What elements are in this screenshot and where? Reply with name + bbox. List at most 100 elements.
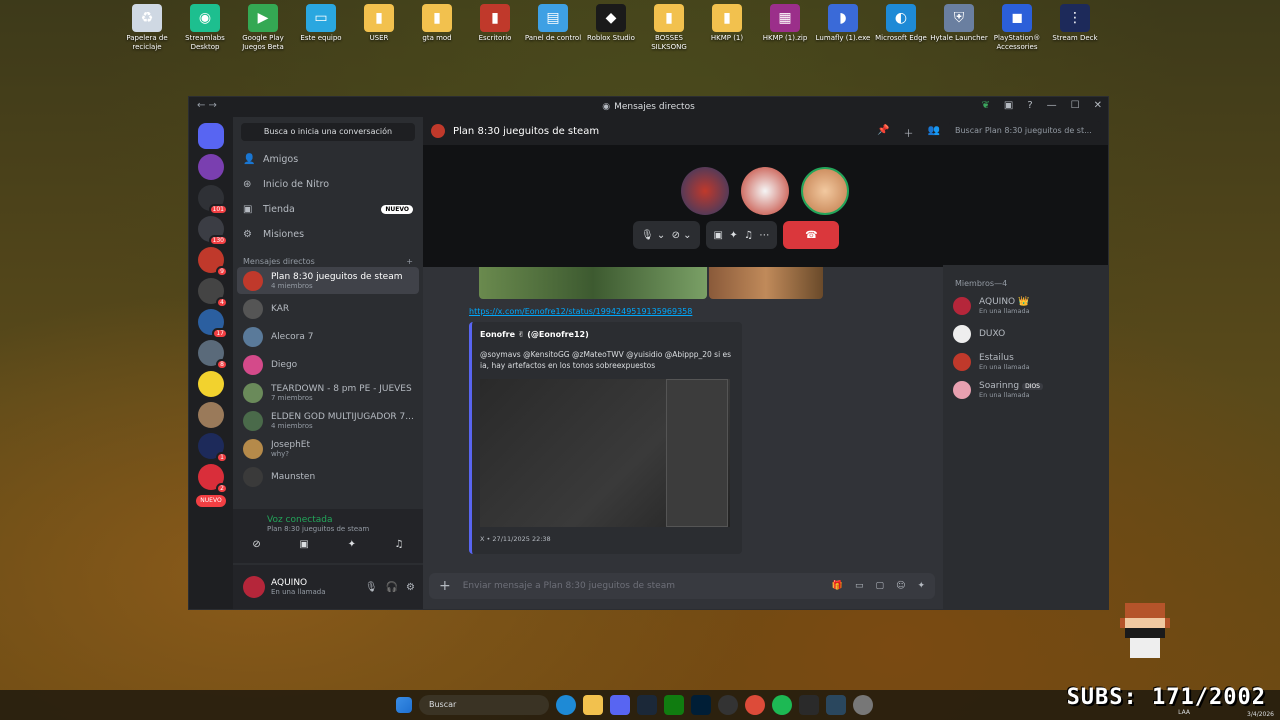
desktop-shortcut[interactable]: ◐ Microsoft Edge: [872, 4, 930, 52]
taskbar-search[interactable]: Buscar: [419, 695, 549, 715]
call-avatar[interactable]: [681, 167, 729, 215]
dm-item[interactable]: TEARDOWN - 8 pm PE - JUEVES 7 miembros: [237, 379, 419, 406]
headphones-icon[interactable]: 🎧: [386, 582, 398, 593]
member-item[interactable]: AQUINO 👑 En una llamada: [943, 292, 1108, 320]
desktop-shortcut[interactable]: ◗ Lumafly (1).exe: [814, 4, 872, 52]
dm-item[interactable]: KAR: [237, 295, 419, 322]
camera-off-icon[interactable]: ⊘: [252, 539, 260, 550]
steam-icon[interactable]: [637, 695, 657, 715]
leaf-icon[interactable]: ❦: [981, 100, 989, 111]
server-icon[interactable]: [198, 154, 224, 180]
desktop-shortcut[interactable]: ▮ HKMP (1): [698, 4, 756, 52]
server-icon[interactable]: 4: [198, 278, 228, 308]
thumbnail-image[interactable]: [709, 267, 823, 299]
call-tools[interactable]: ▣ ✦ ♫ ⋯: [705, 221, 778, 249]
desktop-shortcut[interactable]: ▦ HKMP (1).zip: [756, 4, 814, 52]
clock-date[interactable]: 3/4/2026: [1247, 711, 1274, 718]
desktop-shortcut[interactable]: ◼ PlayStation® Accessories: [988, 4, 1046, 52]
desktop-shortcut[interactable]: ▮ gta mod: [408, 4, 466, 52]
apps-icon[interactable]: ✦: [917, 581, 925, 591]
steam-alt-icon[interactable]: [826, 695, 846, 715]
sticker-icon[interactable]: ▢: [876, 581, 885, 591]
language-indicator[interactable]: LAA: [1178, 709, 1190, 716]
server-icon[interactable]: 9: [198, 247, 228, 277]
header-search[interactable]: Buscar Plan 8:30 jueguitos de st...: [949, 121, 1101, 141]
settings-gear-icon[interactable]: ⚙: [406, 582, 415, 593]
thumbnail-image[interactable]: [479, 267, 707, 299]
minimize-button[interactable]: —: [1047, 100, 1057, 111]
message-link[interactable]: https://x.com/Eonofre12/status/199424951…: [423, 299, 943, 316]
desktop-shortcut[interactable]: ▶ Google Play Juegos Beta: [234, 4, 292, 52]
add-dm-icon[interactable]: +: [406, 257, 413, 266]
member-item[interactable]: DUXO: [943, 320, 1108, 348]
spotify-icon[interactable]: [772, 695, 792, 715]
server-icon[interactable]: [198, 371, 224, 397]
microphone-icon[interactable]: 🎙: [365, 582, 378, 593]
avatar[interactable]: [243, 576, 265, 598]
conversation-search[interactable]: Busca o inicia una conversación: [241, 123, 415, 141]
embed-author[interactable]: Eonofre ✌ (@Eonofre12): [472, 322, 742, 339]
dm-item[interactable]: JosephEt why?: [237, 435, 419, 462]
nav-item-misiones[interactable]: ⚙ Misiones: [233, 222, 423, 247]
screen-share-icon[interactable]: ▣: [299, 539, 308, 550]
message-input[interactable]: Enviar mensaje a Plan 8:30 jueguitos de …: [463, 581, 675, 591]
chrome-icon[interactable]: [745, 695, 765, 715]
discord-icon[interactable]: [610, 695, 630, 715]
server-icon[interactable]: 8: [198, 340, 228, 370]
soundboard-icon[interactable]: ♫: [395, 539, 404, 550]
file-explorer-icon[interactable]: [583, 695, 603, 715]
nav-item-tienda[interactable]: ▣ Tienda NUEVO: [233, 197, 423, 222]
dm-item[interactable]: Alecora 7: [237, 323, 419, 350]
desktop-shortcut[interactable]: ♻ Papelera de reciclaje: [118, 4, 176, 52]
nav-arrows[interactable]: ← →: [197, 100, 217, 111]
nav-item-amigos[interactable]: 👤 Amigos: [233, 147, 423, 172]
call-avatar[interactable]: [741, 167, 789, 215]
new-pill[interactable]: NUEVO: [196, 495, 226, 507]
discord-home-icon[interactable]: [198, 123, 224, 149]
server-icon[interactable]: 1: [198, 433, 228, 463]
nav-item-inicio-de-nitro[interactable]: ⊛ Inicio de Nitro: [233, 172, 423, 197]
xbox-icon[interactable]: [664, 695, 684, 715]
desktop-shortcut[interactable]: ▮ USER: [350, 4, 408, 52]
pin-icon[interactable]: 📌: [877, 125, 889, 140]
gift-icon[interactable]: 🎁: [832, 581, 843, 591]
terminal-icon[interactable]: [799, 695, 819, 715]
mute-button[interactable]: 🎙 ⌄ ⊘ ⌄: [633, 221, 700, 249]
server-icon[interactable]: [198, 402, 224, 428]
desktop-shortcut[interactable]: ▤ Panel de control: [524, 4, 582, 52]
voice-channel[interactable]: Plan 8:30 jueguitos de steam: [233, 525, 423, 533]
embed-image[interactable]: [480, 379, 730, 527]
attach-plus-icon[interactable]: +: [439, 578, 451, 594]
activities-icon[interactable]: ✦: [348, 539, 356, 550]
server-icon[interactable]: 101: [198, 185, 228, 215]
settings-icon[interactable]: [853, 695, 873, 715]
gif-icon[interactable]: ▭: [855, 581, 864, 591]
emoji-icon[interactable]: ☺: [896, 581, 905, 591]
obs-icon[interactable]: [718, 695, 738, 715]
desktop-shortcut[interactable]: ◆ Roblox Studio: [582, 4, 640, 52]
member-item[interactable]: Soarinng DIOS En una llamada: [943, 376, 1108, 404]
call-avatar[interactable]: [801, 167, 849, 215]
server-icon[interactable]: 2: [198, 464, 228, 494]
desktop-shortcut[interactable]: ▮ BOSSES SILKSONG: [640, 4, 698, 52]
members-icon[interactable]: 👥: [927, 125, 939, 140]
maximize-button[interactable]: ☐: [1071, 100, 1080, 111]
add-member-icon[interactable]: ＋: [903, 125, 913, 140]
desktop-shortcut[interactable]: ◉ Streamlabs Desktop: [176, 4, 234, 52]
edge-icon[interactable]: [556, 695, 576, 715]
photoshop-icon[interactable]: [691, 695, 711, 715]
member-item[interactable]: Estailus En una llamada: [943, 348, 1108, 376]
desktop-shortcut[interactable]: ⋮ Stream Deck: [1046, 4, 1104, 52]
dm-item[interactable]: ELDEN GOD MULTIJUGADOR 7... 4 miembros: [237, 407, 419, 434]
windows-start-icon[interactable]: [396, 697, 412, 713]
server-icon[interactable]: 130: [198, 216, 228, 246]
help-icon[interactable]: ?: [1027, 100, 1032, 111]
server-icon[interactable]: 17: [198, 309, 228, 339]
dm-item[interactable]: Maunsten: [237, 463, 419, 490]
desktop-shortcut[interactable]: ⛨ Hytale Launcher: [930, 4, 988, 52]
hangup-button[interactable]: ☎: [783, 221, 840, 249]
inbox-icon[interactable]: ▣: [1004, 100, 1013, 111]
desktop-shortcut[interactable]: ▮ Escritorio: [466, 4, 524, 52]
dm-item[interactable]: Diego: [237, 351, 419, 378]
close-button[interactable]: ✕: [1094, 100, 1102, 111]
